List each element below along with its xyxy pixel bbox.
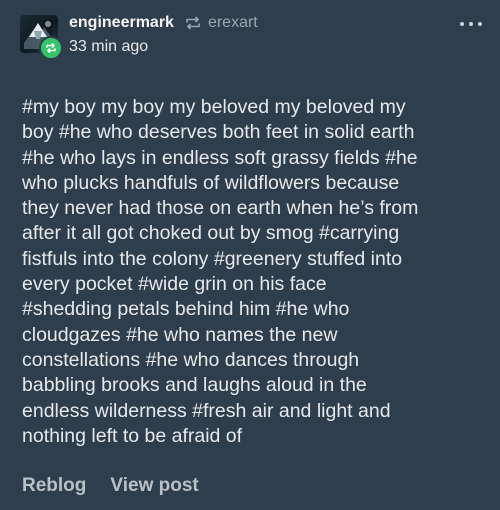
post-tags: #my boy my boy my beloved my beloved my …: [22, 95, 484, 449]
tag-line: #he who lays in endless soft grassy fiel…: [22, 146, 418, 169]
dot-icon: [478, 22, 482, 26]
tag-line: nothing left to be afraid of: [22, 424, 243, 447]
tag-line: boy #he who deserves both feet in solid …: [22, 121, 415, 144]
more-options-icon[interactable]: [460, 22, 482, 26]
user-line: engineermark erexart: [69, 14, 258, 32]
tag-line: they never had those on earth when he’s …: [22, 197, 419, 220]
tag-line: cloudgazes #he who names the new: [22, 323, 338, 346]
tag-line: babbling brooks and laughs aloud in the: [22, 374, 367, 397]
reblog-icon: [184, 16, 202, 30]
source-username-link[interactable]: erexart: [208, 14, 258, 32]
reblog-badge-icon: [39, 36, 63, 60]
post-header: engineermark erexart 33 min ago: [0, 0, 500, 70]
tag-line: fistfuls into the colony #greenery stuff…: [22, 247, 403, 270]
post-timestamp: 33 min ago: [69, 38, 149, 55]
tag-line: constellations #he who dances through: [22, 348, 360, 371]
view-post-button[interactable]: View post: [110, 475, 198, 497]
tag-line: every pocket #wide grin on his face: [22, 273, 327, 296]
dot-icon: [460, 22, 464, 26]
post-footer: Reblog View post: [22, 475, 199, 497]
dot-icon: [469, 22, 473, 26]
tag-line: endless wilderness #fresh air and light …: [22, 399, 391, 422]
reblog-button[interactable]: Reblog: [22, 475, 86, 497]
tag-line: after it all got choked out by smog #car…: [22, 222, 400, 245]
tag-line: #my boy my boy my beloved my beloved my: [22, 96, 406, 118]
username-link[interactable]: engineermark: [69, 14, 174, 32]
tag-line: who plucks handfuls of wildflowers becau…: [22, 171, 400, 194]
tag-line: #shedding petals behind him #he who: [22, 298, 350, 321]
